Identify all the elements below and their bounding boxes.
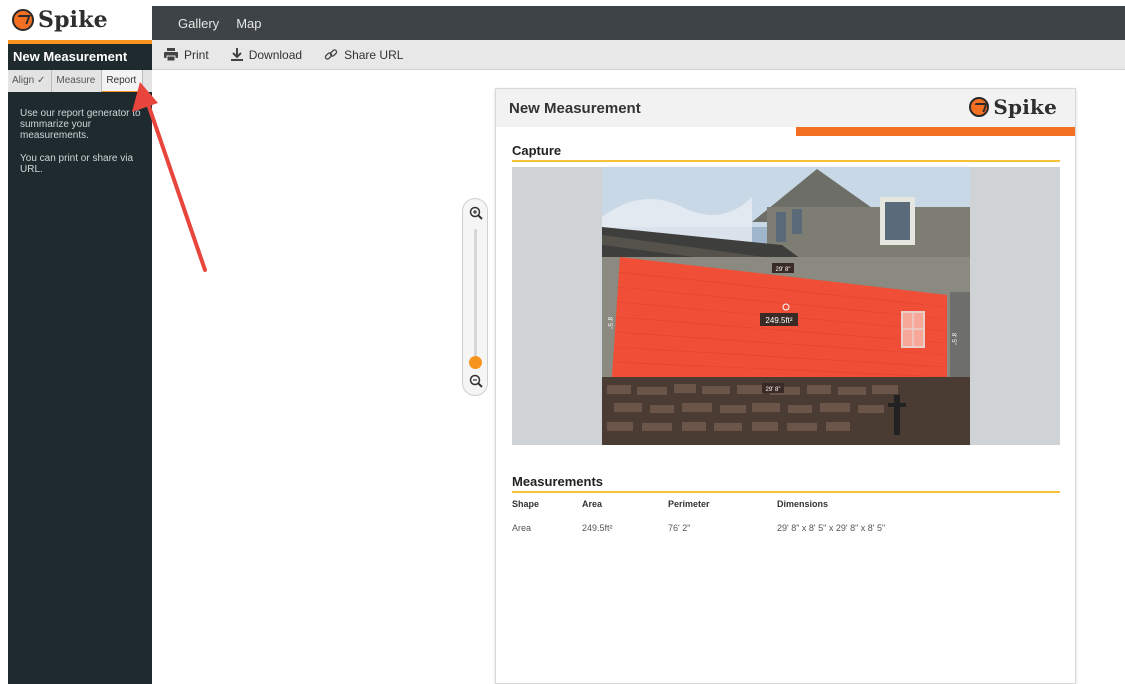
- annotation-arrow: [132, 82, 207, 272]
- app-root: Spike New Measurement Align ✓ Measure Re…: [0, 0, 1125, 684]
